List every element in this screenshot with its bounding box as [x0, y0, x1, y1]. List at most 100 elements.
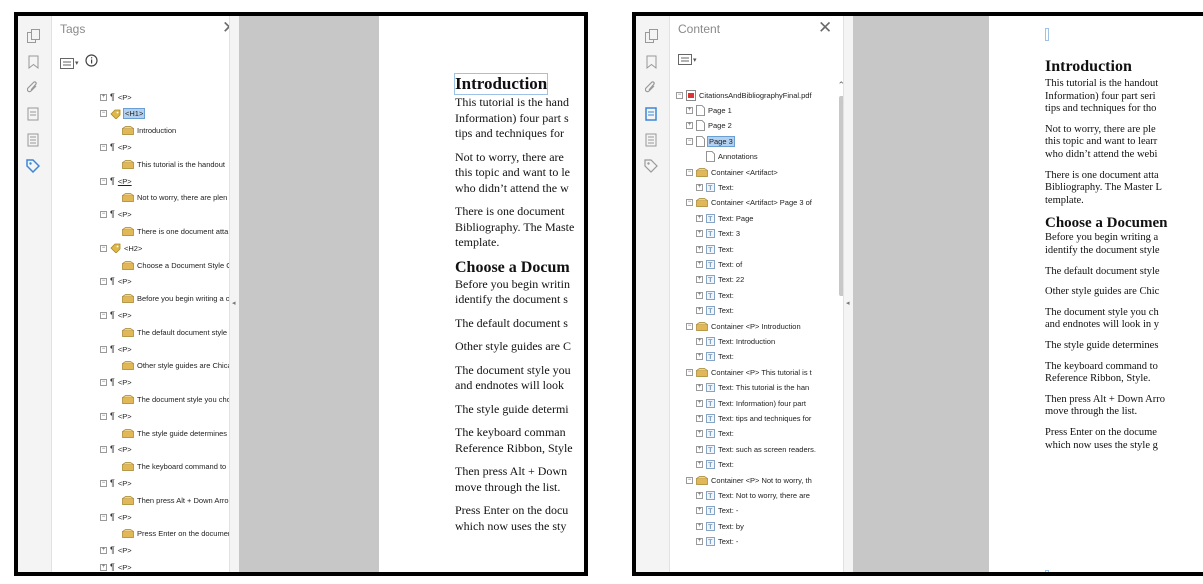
tree-node[interactable]: The default document style: [52, 325, 227, 339]
tree-node[interactable]: Introduction: [52, 124, 176, 138]
expand-node-icon[interactable]: +: [696, 337, 703, 345]
tree-node[interactable]: + T Text: -: [670, 504, 738, 518]
collapse-node-icon[interactable]: −: [100, 446, 107, 454]
tags-icon[interactable]: [25, 158, 41, 174]
expand-node-icon[interactable]: +: [696, 461, 703, 469]
tree-node[interactable]: + T Text: 22: [670, 273, 744, 287]
tree-node[interactable]: − ¶ <P>: [52, 174, 132, 188]
collapse-node-icon[interactable]: −: [100, 513, 107, 521]
tree-node[interactable]: The style guide determines: [52, 426, 227, 440]
tree-node[interactable]: − ¶ <P>: [52, 342, 132, 356]
tree-node[interactable]: + T Text: Information) four part: [670, 396, 806, 410]
tree-node[interactable]: + ¶ <P>: [52, 544, 132, 558]
expand-node-icon[interactable]: +: [696, 522, 703, 530]
tree-node[interactable]: + T Text:: [670, 458, 734, 472]
tree-node[interactable]: − Container <P> This tutorial is t: [670, 365, 812, 379]
expand-node-icon[interactable]: +: [696, 399, 703, 407]
tree-node[interactable]: + T Text: by: [670, 519, 744, 533]
tree-node[interactable]: − ¶ <P>: [52, 376, 132, 390]
tree-node[interactable]: + T Text:: [670, 427, 734, 441]
panel-collapse-bar[interactable]: ◂: [843, 16, 853, 572]
tree-node[interactable]: + ¶ <P>: [52, 560, 132, 572]
expand-node-icon[interactable]: +: [696, 214, 703, 222]
expand-node-icon[interactable]: +: [696, 307, 703, 315]
expand-node-icon[interactable]: +: [696, 430, 703, 438]
collapse-arrow-icon[interactable]: ◂: [232, 299, 236, 307]
collapse-node-icon[interactable]: −: [100, 412, 107, 420]
tree-node[interactable]: Other style guides are Chica: [52, 359, 231, 373]
tree-node[interactable]: Before you begin writing a c: [52, 292, 230, 306]
page-thumbnails-icon[interactable]: [643, 28, 659, 44]
expand-node-icon[interactable]: +: [100, 93, 107, 101]
tree-node[interactable]: − ¶ <P>: [52, 140, 132, 154]
tree-node[interactable]: − <H2>: [52, 241, 142, 255]
tree-node[interactable]: − Container <P> Introduction: [670, 319, 801, 333]
tree-node[interactable]: + T Text: -: [670, 535, 738, 549]
tags-icon[interactable]: [643, 158, 659, 174]
options-menu-icon[interactable]: ▾: [60, 57, 79, 69]
tree-node[interactable]: − Page 3: [670, 134, 735, 148]
collapse-node-icon[interactable]: −: [686, 137, 693, 145]
expand-node-icon[interactable]: +: [696, 353, 703, 361]
order-icon[interactable]: [25, 132, 41, 148]
info-icon[interactable]: [84, 54, 98, 72]
tree-node[interactable]: Annotations: [670, 150, 758, 164]
collapse-node-icon[interactable]: −: [686, 368, 693, 376]
collapse-node-icon[interactable]: −: [676, 91, 683, 99]
expand-node-icon[interactable]: +: [100, 563, 107, 571]
tree-node[interactable]: + T Text:: [670, 288, 734, 302]
content-icon[interactable]: [643, 106, 659, 122]
tree-node[interactable]: − ¶ <P>: [52, 275, 132, 289]
collapse-node-icon[interactable]: −: [686, 199, 693, 207]
collapse-node-icon[interactable]: −: [100, 345, 107, 353]
tree-node[interactable]: + T Text:: [670, 242, 734, 256]
tree-node[interactable]: + T Text:: [670, 350, 734, 364]
tree-node[interactable]: + T Text: Page: [670, 211, 753, 225]
collapse-node-icon[interactable]: −: [686, 168, 693, 176]
tree-node[interactable]: + T Text:: [670, 180, 734, 194]
tree-node[interactable]: − ¶ <P>: [52, 308, 132, 322]
content-icon[interactable]: [25, 106, 41, 122]
collapse-node-icon[interactable]: −: [100, 143, 107, 151]
collapse-node-icon[interactable]: −: [100, 110, 107, 118]
collapse-node-icon[interactable]: −: [686, 476, 693, 484]
bookmarks-icon[interactable]: [643, 54, 659, 70]
tree-node[interactable]: + Page 1: [670, 103, 732, 117]
order-icon[interactable]: [643, 132, 659, 148]
tree-node[interactable]: − Container <P> Not to worry, th: [670, 473, 812, 487]
collapse-node-icon[interactable]: −: [100, 278, 107, 286]
expand-node-icon[interactable]: +: [696, 384, 703, 392]
tree-node[interactable]: − CitationsAndBibliographyFinal.pdf: [670, 88, 812, 102]
tree-node[interactable]: Press Enter on the documer: [52, 527, 230, 541]
tree-node[interactable]: − <H1>: [52, 107, 146, 121]
tree-node[interactable]: + T Text: 3: [670, 227, 740, 241]
tree-node[interactable]: The keyboard command to: [52, 460, 226, 474]
expand-node-icon[interactable]: +: [696, 414, 703, 422]
attachments-icon[interactable]: [643, 80, 659, 96]
page-thumbnails-icon[interactable]: [25, 28, 41, 44]
tree-node[interactable]: − ¶ <P>: [52, 510, 132, 524]
expand-node-icon[interactable]: +: [696, 491, 703, 499]
expand-node-icon[interactable]: +: [686, 106, 693, 114]
expand-node-icon[interactable]: +: [696, 538, 703, 546]
tree-node[interactable]: There is one document atta: [52, 224, 228, 238]
collapse-node-icon[interactable]: −: [100, 379, 107, 387]
expand-node-icon[interactable]: +: [686, 122, 693, 130]
close-icon[interactable]: ✕: [818, 19, 832, 36]
tree-node[interactable]: Not to worry, there are plen: [52, 191, 227, 205]
tree-node[interactable]: Then press Alt + Down Arro: [52, 493, 229, 507]
expand-node-icon[interactable]: +: [696, 445, 703, 453]
tree-node[interactable]: + T Text: Not to worry, there are: [670, 488, 810, 502]
tree-node[interactable]: + ¶ <P>: [52, 90, 132, 104]
tree-node[interactable]: − Container <Artifact> Page 3 of: [670, 196, 812, 210]
tree-node[interactable]: − ¶ <P>: [52, 208, 132, 222]
expand-node-icon[interactable]: +: [100, 547, 107, 555]
tree-node[interactable]: + T Text: Introduction: [670, 334, 775, 348]
collapse-arrow-icon[interactable]: ◂: [846, 299, 850, 307]
options-menu-icon[interactable]: ▾: [678, 54, 697, 65]
tree-node[interactable]: + T Text: tips and techniques for: [670, 411, 811, 425]
tree-node[interactable]: This tutorial is the handout: [52, 157, 225, 171]
tree-node[interactable]: + T Text:: [670, 304, 734, 318]
tree-node[interactable]: + T Text: This tutorial is the han: [670, 381, 809, 395]
expand-node-icon[interactable]: +: [696, 230, 703, 238]
